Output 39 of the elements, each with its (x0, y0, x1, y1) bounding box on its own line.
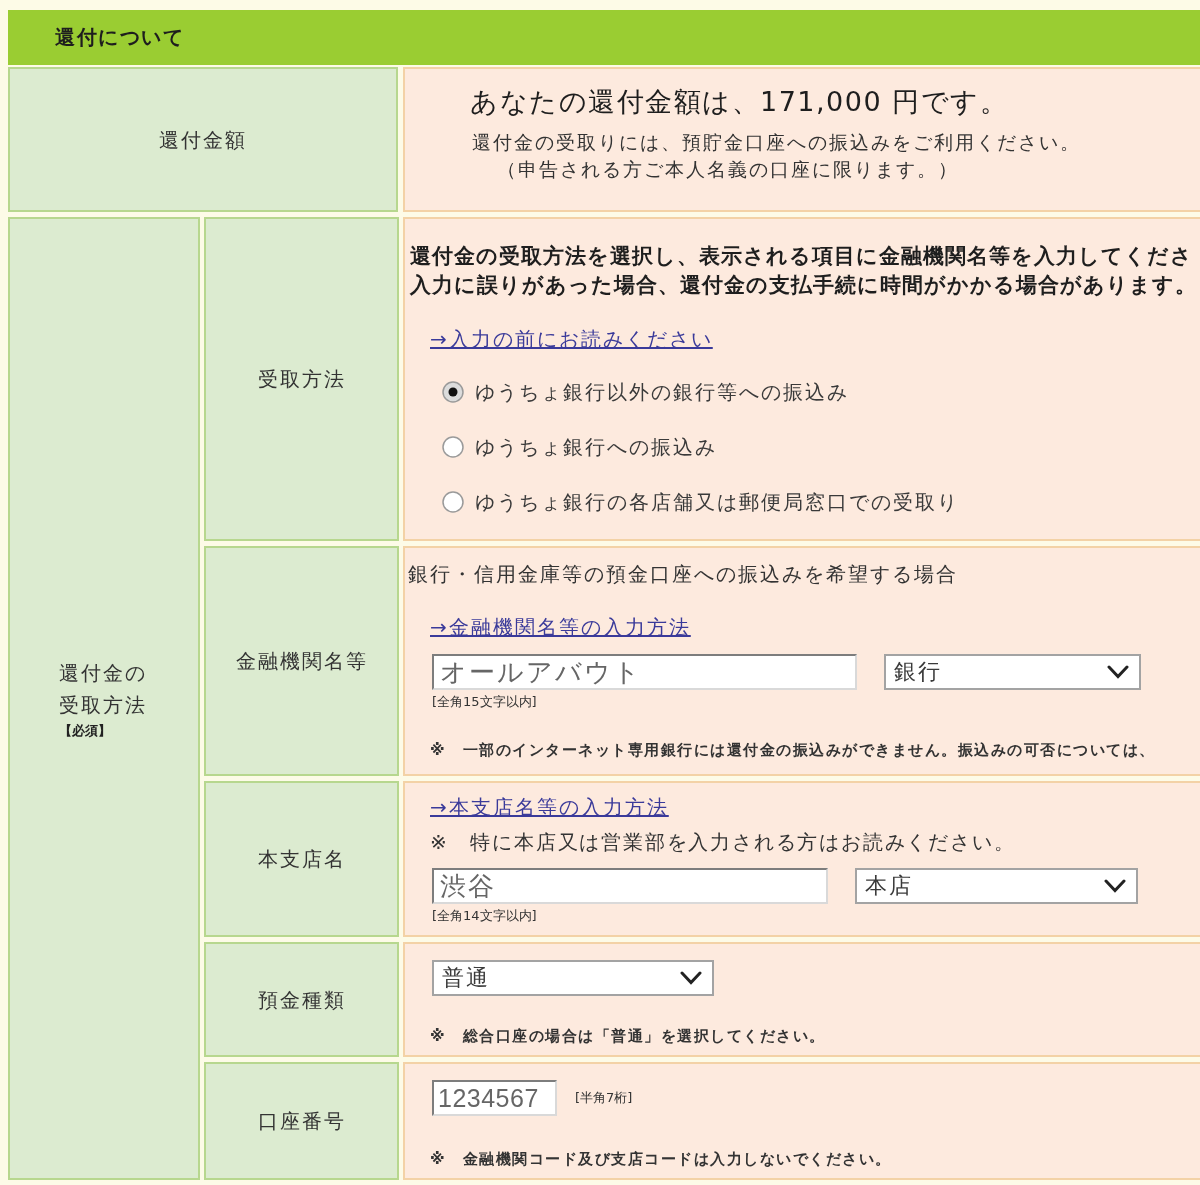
input-hint: [半角7桁] (575, 1090, 633, 1106)
note-text: ※ 総合口座の場合は「普通」を選択してください。 (430, 1026, 826, 1046)
help-link[interactable]: →入力の前にお読みください (430, 324, 713, 354)
text-field[interactable]: 渋谷 (432, 868, 828, 904)
section-title: 還付について (55, 24, 184, 51)
help-link[interactable]: →本支店名等の入力方法 (430, 792, 669, 822)
text-field[interactable]: オールアバウト (432, 654, 857, 690)
row-label: 口座番号 (257, 1108, 346, 1135)
chevron-down-icon (1104, 879, 1126, 893)
chevron-down-icon (680, 971, 702, 985)
dropdown[interactable]: 普通 (432, 960, 714, 996)
row-label: 還付金額 (159, 126, 247, 154)
row-label: 還付金の受取方法 (59, 659, 148, 719)
note-text: ※ 金融機関コード及び支店コードは入力しないでください。 (430, 1149, 892, 1169)
refund-amount-text: あなたの還付金額は、171,000 円です。 (470, 85, 1009, 119)
dropdown[interactable]: 本店 (855, 868, 1138, 904)
help-link[interactable]: →金融機関名等の入力方法 (430, 612, 691, 642)
dropdown[interactable]: 銀行 (884, 654, 1141, 690)
note-text: ※ 一部のインターネット専用銀行には還付金の振込みができません。振込みの可否については、 (430, 740, 1156, 760)
radio-button[interactable] (442, 491, 464, 513)
row-label: 預金種類 (257, 986, 346, 1014)
radio-label[interactable]: ゆうちょ銀行以外の銀行等への振込み (475, 377, 849, 407)
text-field[interactable]: 1234567 (432, 1080, 557, 1116)
chevron-down-icon (1107, 665, 1129, 679)
row-label: 金融機関名等 (235, 648, 368, 675)
info-note: （申告される方ご本人名義の口座に限ります。） (497, 157, 959, 182)
radio-button[interactable] (442, 381, 464, 403)
input-hint: [全角14文字以内] (432, 908, 537, 924)
input-hint: [全角15文字以内] (432, 694, 537, 710)
instruction-text: 還付金の受取方法を選択し、表示される項目に金融機関名等を入力してくださ 入力に誤りがあった場合、還付金の支払手続に時間がかかる場合があります。 (410, 243, 1197, 299)
description-text: 銀行・信用金庫等の預金口座への振込みを希望する場合 (408, 561, 958, 588)
radio-button[interactable] (442, 436, 464, 458)
row-label: 受取方法 (257, 366, 346, 393)
radio-label[interactable]: ゆうちょ銀行への振込み (475, 432, 717, 462)
required-mark: 【必須】 (59, 721, 111, 740)
info-note: 還付金の受取りには、預貯金口座への振込みをご利用ください。 (472, 130, 1081, 155)
notice-text: ※ 特に本店又は営業部を入力される方はお読みください。 (430, 829, 1016, 856)
radio-label[interactable]: ゆうちょ銀行の各店舗又は郵便局窓口での受取り (475, 487, 959, 517)
row-label: 本支店名 (257, 846, 346, 873)
